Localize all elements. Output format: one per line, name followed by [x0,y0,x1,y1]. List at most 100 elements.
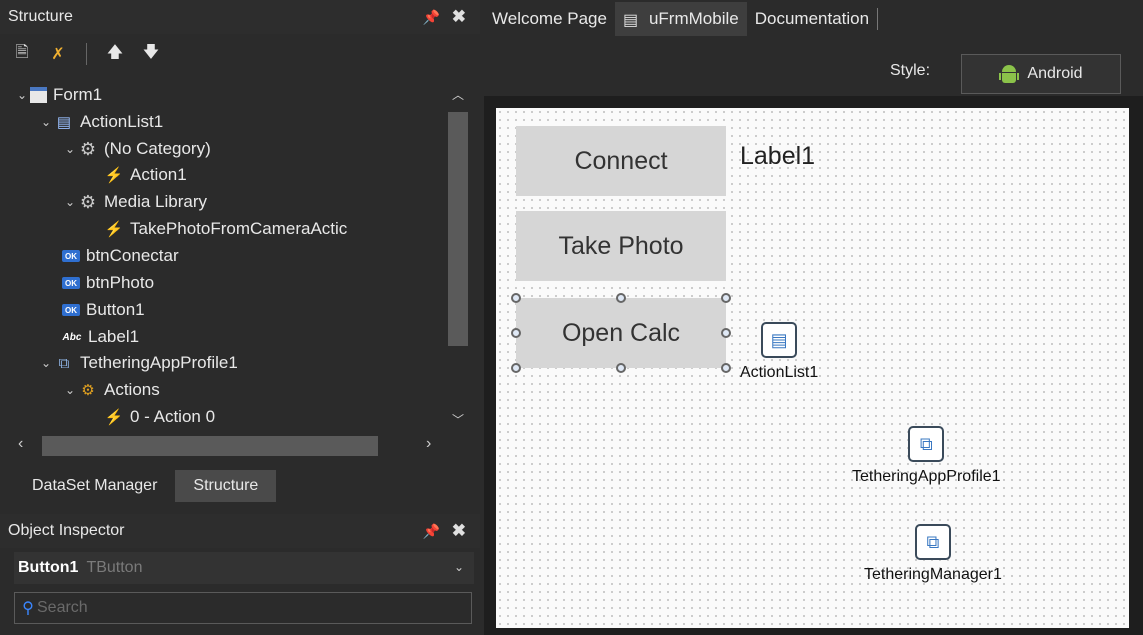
tree-item-label: Action1 [130,165,187,184]
tree-item-action0[interactable]: ⚡ 0 - Action 0 [104,404,215,428]
tree-item-label: Button1 [86,300,145,319]
selection-handle[interactable] [721,328,731,338]
structure-panel-title: Structure [8,8,73,25]
tree-item-no-category[interactable]: ⌄ ⚙ (No Category) [62,136,211,162]
scroll-up-icon[interactable]: ︿ [452,86,464,103]
new-item-icon[interactable]: 🗎 [8,43,36,65]
tree-item-label: btnPhoto [86,273,155,292]
action-icon: ⚡ [104,167,124,184]
tree-item-btnphoto[interactable]: OK btnPhoto [62,270,154,296]
button-icon: OK [62,304,80,316]
selection-handle[interactable] [511,293,521,303]
tree-item-button1[interactable]: OK Button1 [62,297,145,323]
chevron-down-icon[interactable]: ⌄ [14,88,30,102]
delete-item-icon[interactable]: ✗ [44,43,72,65]
tab-label: uFrmMobile [648,9,739,28]
take-photo-button[interactable]: Take Photo [516,211,726,281]
object-inspector-title: Object Inspector [8,522,125,539]
close-icon[interactable]: ✖ [452,7,466,27]
android-icon [999,64,1020,84]
button-icon: OK [62,250,80,262]
move-up-icon[interactable]: 🡅 [101,43,129,65]
selection-handle[interactable] [511,363,521,373]
label-icon: Abc [62,331,82,343]
panel-tabs: DataSet Manager Structure [14,470,277,502]
component-tetheringmanager1[interactable]: ⧉ TetheringManager1 [864,524,1002,584]
tab-ufrmmobile[interactable]: ▤ uFrmMobile [614,2,747,36]
scroll-down-icon[interactable]: ﹀ [452,411,464,428]
component-actionlist1[interactable]: ▤ ActionList1 [740,322,818,382]
tree-item-form1[interactable]: ⌄ Form1 [14,82,102,108]
tree-horizontal-scrollbar[interactable]: ‹ › [14,432,444,460]
selection-handle[interactable] [721,293,731,303]
chevron-down-icon[interactable]: ⌄ [38,356,54,370]
tree-item-label1[interactable]: Abc Label1 [62,324,140,350]
form-file-icon: ▤ [622,12,639,29]
scroll-right-icon[interactable]: › [426,435,431,453]
tab-dataset-manager[interactable]: DataSet Manager [14,470,175,502]
tree-item-label: TetheringAppProfile1 [80,353,238,372]
object-inspector-header: Object Inspector 📌 ✖ [0,514,480,548]
structure-tree: ⌄ Form1 ⌄ ▤ ActionList1 ⌄ ⚙ (No Category… [14,82,444,428]
actionlist-icon: ▤ [56,114,72,131]
object-selector[interactable]: Button1 TButton ⌄ [14,552,474,584]
style-value: Android [1027,65,1083,82]
component-label: ActionList1 [740,364,819,381]
selection-handle[interactable] [721,363,731,373]
style-selector-button[interactable]: Android [961,54,1121,94]
tree-item-label: ActionList1 [80,112,164,131]
tree-item-label: Actions [104,380,160,399]
component-tetheringappprofile1[interactable]: ⧉ TetheringAppProfile1 [852,426,1001,486]
toolbar-separator [86,43,87,65]
scrollbar-thumb[interactable] [448,112,468,346]
tab-label: Documentation [754,9,870,28]
inspector-search-box: ⚲ [14,592,472,624]
tree-item-actions[interactable]: ⌄ ⚙ Actions [62,377,160,403]
tree-item-label: Form1 [53,85,103,104]
chevron-down-icon[interactable]: ⌄ [62,195,78,209]
component-label: TetheringManager1 [864,566,1002,583]
selection-handle[interactable] [616,363,626,373]
tab-documentation[interactable]: Documentation [747,2,877,36]
tree-item-action1[interactable]: ⚡ Action1 [104,162,187,188]
action-icon: ⚡ [104,409,124,426]
pin-icon[interactable]: 📌 [423,523,440,540]
chevron-down-icon[interactable]: ⌄ [454,560,464,574]
tab-label: Welcome Page [492,9,607,28]
form-icon [30,87,47,103]
tree-item-actionlist1[interactable]: ⌄ ▤ ActionList1 [38,109,163,135]
tree-vertical-scrollbar[interactable]: ︿ ﹀ [445,82,471,430]
move-down-icon[interactable]: 🡇 [137,43,165,65]
action-icon: ⚡ [104,221,124,238]
close-icon[interactable]: ✖ [452,521,466,541]
tab-welcome-page[interactable]: Welcome Page [484,2,615,36]
tree-item-tetheringappprofile1[interactable]: ⌄ ⧉ TetheringAppProfile1 [38,350,238,376]
chevron-down-icon[interactable]: ⌄ [38,115,54,129]
form-designer: Connect Label1 Take Photo Open Calc ▤ Ac… [484,96,1143,635]
label1[interactable]: Label1 [740,142,815,171]
selection-handle[interactable] [511,328,521,338]
connect-button[interactable]: Connect [516,126,726,196]
scroll-left-icon[interactable]: ‹ [18,435,23,453]
scrollbar-thumb[interactable] [42,436,378,456]
actions-icon: ⚙ [81,382,95,399]
chevron-down-icon[interactable]: ⌄ [62,383,78,397]
selected-object-class: TButton [86,559,143,576]
selection-handle[interactable] [616,293,626,303]
pin-icon[interactable]: 📌 [423,9,440,26]
tree-item-label: Label1 [88,327,140,346]
chevron-down-icon[interactable]: ⌄ [62,142,78,156]
tree-item-media-library[interactable]: ⌄ ⚙ Media Library [62,189,207,215]
tree-item-label: Media Library [104,192,207,211]
inspector-search-input[interactable] [37,599,437,617]
tree-item-takephoto-action[interactable]: ⚡ TakePhotoFromCameraActic [104,216,348,242]
design-surface[interactable]: Connect Label1 Take Photo Open Calc ▤ Ac… [496,108,1129,628]
actionlist-icon: ▤ [761,322,798,358]
left-panel: Structure 📌 ✖ 🗎 ✗ 🡅 🡇 ⌄ Form1 ⌄ ▤ Action… [0,0,480,635]
tab-separator [877,8,879,30]
tree-item-btnconectar[interactable]: OK btnConectar [62,243,179,269]
structure-toolbar: 🗎 ✗ 🡅 🡇 [8,40,165,68]
tab-structure[interactable]: Structure [175,470,277,502]
open-calc-button[interactable]: Open Calc [516,298,726,368]
search-icon: ⚲ [22,600,34,617]
